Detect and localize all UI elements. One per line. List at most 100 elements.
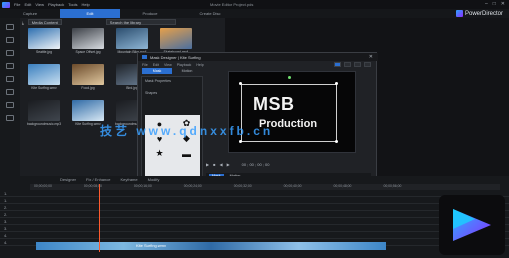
tab-create-disc[interactable]: Create Disc [180, 11, 240, 16]
library-item-label: Kite Surfing.wmv [75, 122, 101, 126]
close-icon[interactable]: ✕ [501, 1, 505, 7]
menu-item[interactable]: Playback [48, 2, 64, 7]
dialog-menu-item[interactable]: Edit [153, 63, 159, 67]
app-window: File Edit View Playback Tools Help Movie… [0, 0, 509, 258]
library-item[interactable]: Space Offset.jpg [68, 28, 108, 58]
grid-tool-icon[interactable] [364, 62, 371, 67]
next-frame-icon[interactable]: ▶ [227, 162, 230, 167]
track-header[interactable]: 1. [0, 190, 509, 197]
track-header[interactable]: 1. [0, 197, 509, 204]
library-thumbnail [116, 28, 148, 49]
resize-handle[interactable] [239, 140, 242, 143]
resize-handle[interactable] [335, 140, 338, 143]
brand-logo-icon [455, 10, 463, 17]
tab-produce[interactable]: Produce [120, 11, 180, 16]
section-title: Mask Properties [145, 79, 171, 83]
library-thumbnail [72, 100, 104, 121]
timeline-tracks: 1. 1. 2. 2. 3. 3. 4. 4. Kite Surfing.wmv [0, 190, 509, 258]
effects-room-icon[interactable] [6, 37, 14, 43]
mask-designer-icon [142, 55, 147, 59]
menu-item[interactable]: View [35, 2, 44, 7]
menu-item[interactable]: Edit [24, 2, 31, 7]
library-rooms [0, 18, 20, 176]
keyframe-button[interactable]: Keyframe [120, 177, 137, 182]
tab-capture[interactable]: Capture [0, 11, 60, 16]
library-item[interactable]: Kite Surfing.wmv [24, 64, 64, 94]
tab-edit[interactable]: Edit [60, 9, 120, 18]
shapes-label: Shapes [145, 91, 158, 95]
resize-handle[interactable] [335, 82, 338, 85]
library-item-label: Kite Surfing.wmv [31, 86, 57, 90]
library-thumbnail [28, 64, 60, 85]
dialog-menu-item[interactable]: Playback [177, 63, 192, 67]
menu-item[interactable]: Tools [68, 2, 77, 7]
video-clip[interactable]: Kite Surfing.wmv [36, 242, 386, 250]
fit-tool-icon[interactable] [354, 62, 361, 67]
resize-handle[interactable] [239, 82, 242, 85]
track-header[interactable]: 4. [0, 232, 509, 239]
library-item-label: Seattle.jpg [35, 50, 53, 54]
mask-canvas[interactable]: MSB Production [228, 71, 356, 153]
track-header[interactable]: 2. [0, 204, 509, 211]
video-clip-label: Kite Surfing.wmv [136, 243, 167, 248]
dialog-menu-item[interactable]: View [164, 63, 172, 67]
media-room-icon[interactable] [6, 24, 14, 30]
modify-button[interactable]: Modify [148, 177, 160, 182]
select-tool-icon[interactable] [334, 62, 341, 67]
dialog-title-bar: Mask Designer | Kite Surfing [138, 53, 378, 61]
filter-dropdown[interactable]: Media Content [27, 19, 62, 25]
menu-item[interactable]: Help [82, 2, 90, 7]
playback-controls: ▶ ■ ◀ ▶ 00 ; 00 ; 00 ; 00 [206, 161, 371, 168]
library-thumbnail [72, 28, 104, 49]
library-item[interactable]: backgroundmusic.mp3 [24, 100, 64, 130]
mode-tabs: Capture Edit Produce Create Disc [0, 9, 509, 18]
library-thumbnail [28, 28, 60, 49]
minimize-icon[interactable]: – [485, 1, 488, 7]
import-icon[interactable]: ⤓ [22, 20, 24, 25]
library-item[interactable]: Food.jpg [68, 64, 108, 94]
pip-room-icon[interactable] [6, 50, 14, 56]
chapter-room-icon[interactable] [6, 115, 14, 121]
library-item-label: Food.jpg [81, 86, 95, 90]
designer-button[interactable]: Designer [60, 177, 76, 182]
app-logo-icon [2, 1, 10, 8]
particle-room-icon[interactable] [6, 63, 14, 69]
tab-motion[interactable]: Motion [172, 68, 202, 74]
fix-enhance-button[interactable]: Fix / Enhance [86, 177, 110, 182]
playhead[interactable] [99, 184, 100, 252]
tab-mask[interactable]: Mask [142, 68, 172, 74]
library-item-label: backgroundmusic.mp3 [26, 122, 62, 126]
brand: PowerDirector [455, 10, 503, 17]
library-toolbar: ⤓ Media Content Search the library [22, 18, 222, 26]
zoom-tool-icon[interactable] [344, 62, 351, 67]
dialog-title: Mask Designer | Kite Surfing [150, 54, 201, 60]
canvas-toolbar [206, 62, 371, 69]
search-input[interactable]: Search the library [105, 19, 176, 25]
library-item[interactable]: Seattle.jpg [24, 28, 64, 58]
transition-room-icon[interactable] [6, 89, 14, 95]
dialog-close-icon[interactable]: ✕ [369, 54, 373, 60]
menu-item[interactable]: File [14, 2, 20, 7]
audio-room-icon[interactable] [6, 102, 14, 108]
shape-star[interactable]: ★ [146, 146, 173, 161]
library-item-label: Space Offset.jpg [75, 50, 101, 54]
main-menu: File Edit View Playback Tools Help [14, 2, 90, 7]
dialog-menu-item[interactable]: File [142, 63, 148, 67]
prev-frame-icon[interactable]: ◀ [220, 162, 223, 167]
mask-text-line1: MSB [253, 94, 295, 114]
title-room-icon[interactable] [6, 76, 14, 82]
track-header[interactable]: 2. [0, 211, 509, 218]
rotate-handle[interactable] [288, 76, 291, 79]
powerdirector-logo-icon [453, 209, 491, 241]
dialog-tabs: Mask Motion [142, 68, 202, 74]
maximize-icon[interactable]: □ [493, 1, 496, 7]
track-header[interactable]: 3. [0, 225, 509, 232]
dialog-menu-item[interactable]: Help [196, 63, 203, 67]
play-icon[interactable]: ▶ [206, 162, 209, 167]
stop-icon[interactable]: ■ [213, 162, 215, 167]
track-header[interactable]: 3. [0, 218, 509, 225]
window-title: Movie Editor Project.pds [210, 2, 254, 7]
powerdirector-logo [439, 195, 505, 255]
shape-rectangle[interactable]: ▬ [173, 146, 200, 161]
window-controls: – □ ✕ [485, 1, 505, 7]
